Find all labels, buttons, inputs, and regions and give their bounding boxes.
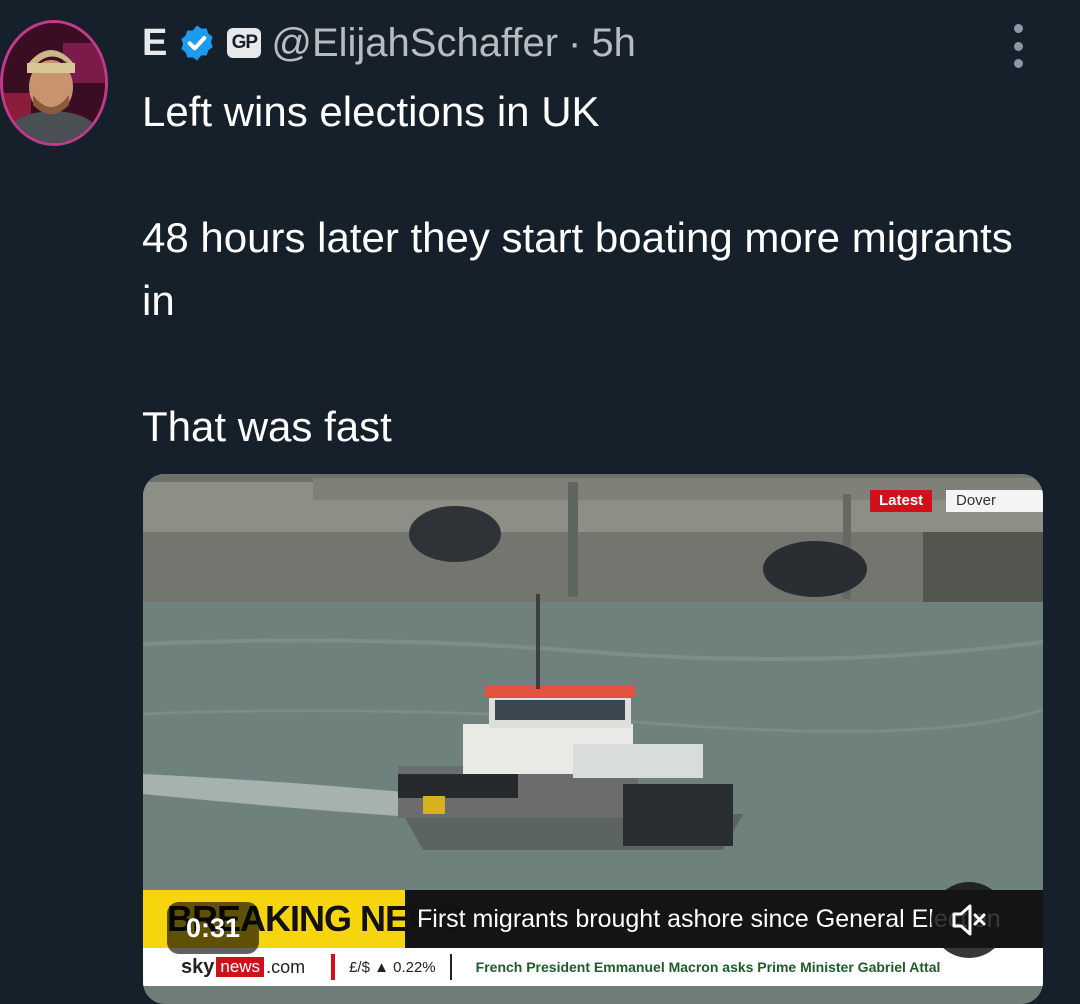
video-duration: 0:31 (167, 902, 259, 954)
mute-icon[interactable] (931, 882, 1007, 958)
affiliation-badge[interactable]: GP (227, 28, 262, 58)
scrolling-headline: French President Emmanuel Macron asks Pr… (475, 959, 941, 975)
location-tag: Dover (946, 490, 1043, 512)
latest-tag: Latest (870, 490, 933, 512)
news-ticker-bottom: sky news .com £/$ ▲ 0.22% French Preside… (143, 948, 1043, 986)
display-name[interactable]: E (142, 22, 167, 65)
author-handle[interactable]: @ElijahSchaffer (271, 21, 558, 66)
tweet-line: 48 hours later they start boating more m… (142, 214, 1013, 324)
more-options-icon[interactable] (1004, 24, 1032, 68)
separator-dot: · (568, 20, 582, 65)
verified-badge-icon (181, 25, 214, 61)
tweet-line: That was fast (142, 403, 392, 450)
news-ticker: BREAKING NEWS First migrants brought ash… (143, 890, 1043, 948)
tweet-line: Left wins elections in UK (142, 88, 600, 135)
tweet-header: E GP @ElijahSchaffer · 5h (142, 18, 636, 68)
sky-logo: sky (181, 955, 215, 978)
news-headline: First migrants brought ashore since Gene… (417, 905, 1001, 933)
market-readout: £/$ ▲ 0.22% (349, 958, 436, 976)
timestamp[interactable]: 5h (591, 21, 636, 66)
sky-news-logo: news (216, 957, 265, 977)
author-avatar[interactable] (0, 20, 108, 146)
tweet-text: Left wins elections in UK 48 hours later… (142, 80, 1022, 458)
ticker-divider (331, 954, 336, 980)
video-player[interactable]: Latest Dover BREAKING NEWS First migrant… (143, 474, 1043, 1004)
ticker-divider (449, 954, 452, 980)
sky-com-text: .com (266, 956, 306, 977)
